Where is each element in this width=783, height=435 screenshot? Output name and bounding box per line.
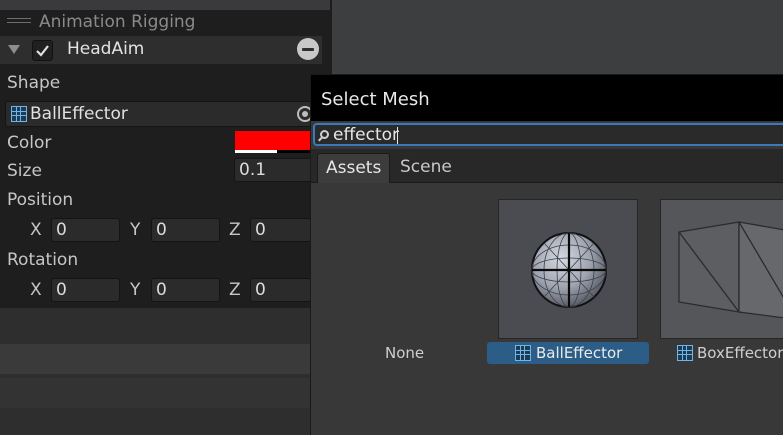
window-title-bar[interactable]: Select Mesh bbox=[311, 75, 783, 121]
position-y-label: Y bbox=[130, 220, 141, 240]
scene-band bbox=[0, 378, 310, 408]
search-icon bbox=[320, 130, 329, 139]
minus-icon bbox=[302, 48, 314, 51]
remove-component-button[interactable] bbox=[297, 38, 319, 60]
select-mesh-window: Select Mesh effector Assets Scene None B… bbox=[310, 74, 783, 435]
rigging-inspector-overlay: Animation Rigging HeadAim Shape BallEffe… bbox=[0, 10, 330, 308]
color-swatch[interactable] bbox=[235, 131, 315, 153]
rotation-x-field[interactable]: 0 bbox=[51, 278, 120, 302]
position-x-field[interactable]: 0 bbox=[51, 218, 120, 242]
position-label: Position bbox=[7, 190, 74, 210]
picker-tab-bar: Assets Scene bbox=[311, 149, 783, 183]
item-none-label[interactable]: None bbox=[385, 342, 424, 364]
item-box-effector-label[interactable]: BoxEffector bbox=[675, 342, 783, 364]
position-x-label: X bbox=[30, 220, 42, 240]
shape-label: Shape bbox=[7, 73, 61, 93]
box-effector-thumbnail[interactable] bbox=[660, 199, 783, 339]
scene-view-panel bbox=[330, 0, 783, 75]
search-input[interactable]: effector bbox=[313, 123, 783, 146]
rotation-x-label: X bbox=[30, 280, 42, 300]
size-label: Size bbox=[7, 161, 42, 181]
foldout-arrow-icon[interactable] bbox=[8, 45, 20, 54]
ball-effector-thumbnail[interactable] bbox=[498, 199, 638, 339]
mesh-icon bbox=[515, 345, 531, 361]
shape-value: BallEffector bbox=[30, 104, 128, 124]
component-name: HeadAim bbox=[67, 39, 145, 59]
mesh-icon bbox=[677, 345, 693, 361]
tab-scene[interactable]: Scene bbox=[392, 153, 460, 183]
checkmark-icon bbox=[36, 45, 49, 57]
item-box-effector-text: BoxEffector bbox=[697, 344, 783, 362]
scene-band bbox=[0, 344, 310, 374]
mesh-icon bbox=[11, 106, 27, 122]
overlay-header[interactable]: Animation Rigging bbox=[0, 10, 330, 34]
shape-object-field[interactable]: BallEffector bbox=[5, 101, 325, 127]
color-label: Color bbox=[7, 133, 52, 153]
rotation-z-label: Z bbox=[229, 280, 241, 300]
component-enabled-checkbox[interactable] bbox=[32, 40, 53, 61]
rotation-y-field[interactable]: 0 bbox=[151, 278, 220, 302]
text-caret bbox=[397, 127, 398, 144]
scene-bottom-area bbox=[0, 308, 310, 435]
position-z-label: Z bbox=[229, 220, 241, 240]
item-ball-effector-label[interactable]: BallEffector bbox=[487, 342, 649, 364]
box-mesh-icon bbox=[678, 221, 783, 319]
sphere-mesh-icon bbox=[531, 232, 607, 308]
component-row: HeadAim bbox=[0, 36, 322, 64]
overlay-title: Animation Rigging bbox=[39, 12, 196, 32]
window-title: Select Mesh bbox=[321, 89, 430, 110]
item-ball-effector-text: BallEffector bbox=[536, 344, 623, 362]
rotation-label: Rotation bbox=[7, 250, 79, 270]
search-value: effector bbox=[333, 125, 400, 145]
position-y-field[interactable]: 0 bbox=[151, 218, 220, 242]
rotation-y-label: Y bbox=[130, 280, 141, 300]
drag-handle-icon[interactable] bbox=[7, 18, 31, 26]
tab-assets[interactable]: Assets bbox=[317, 153, 391, 183]
